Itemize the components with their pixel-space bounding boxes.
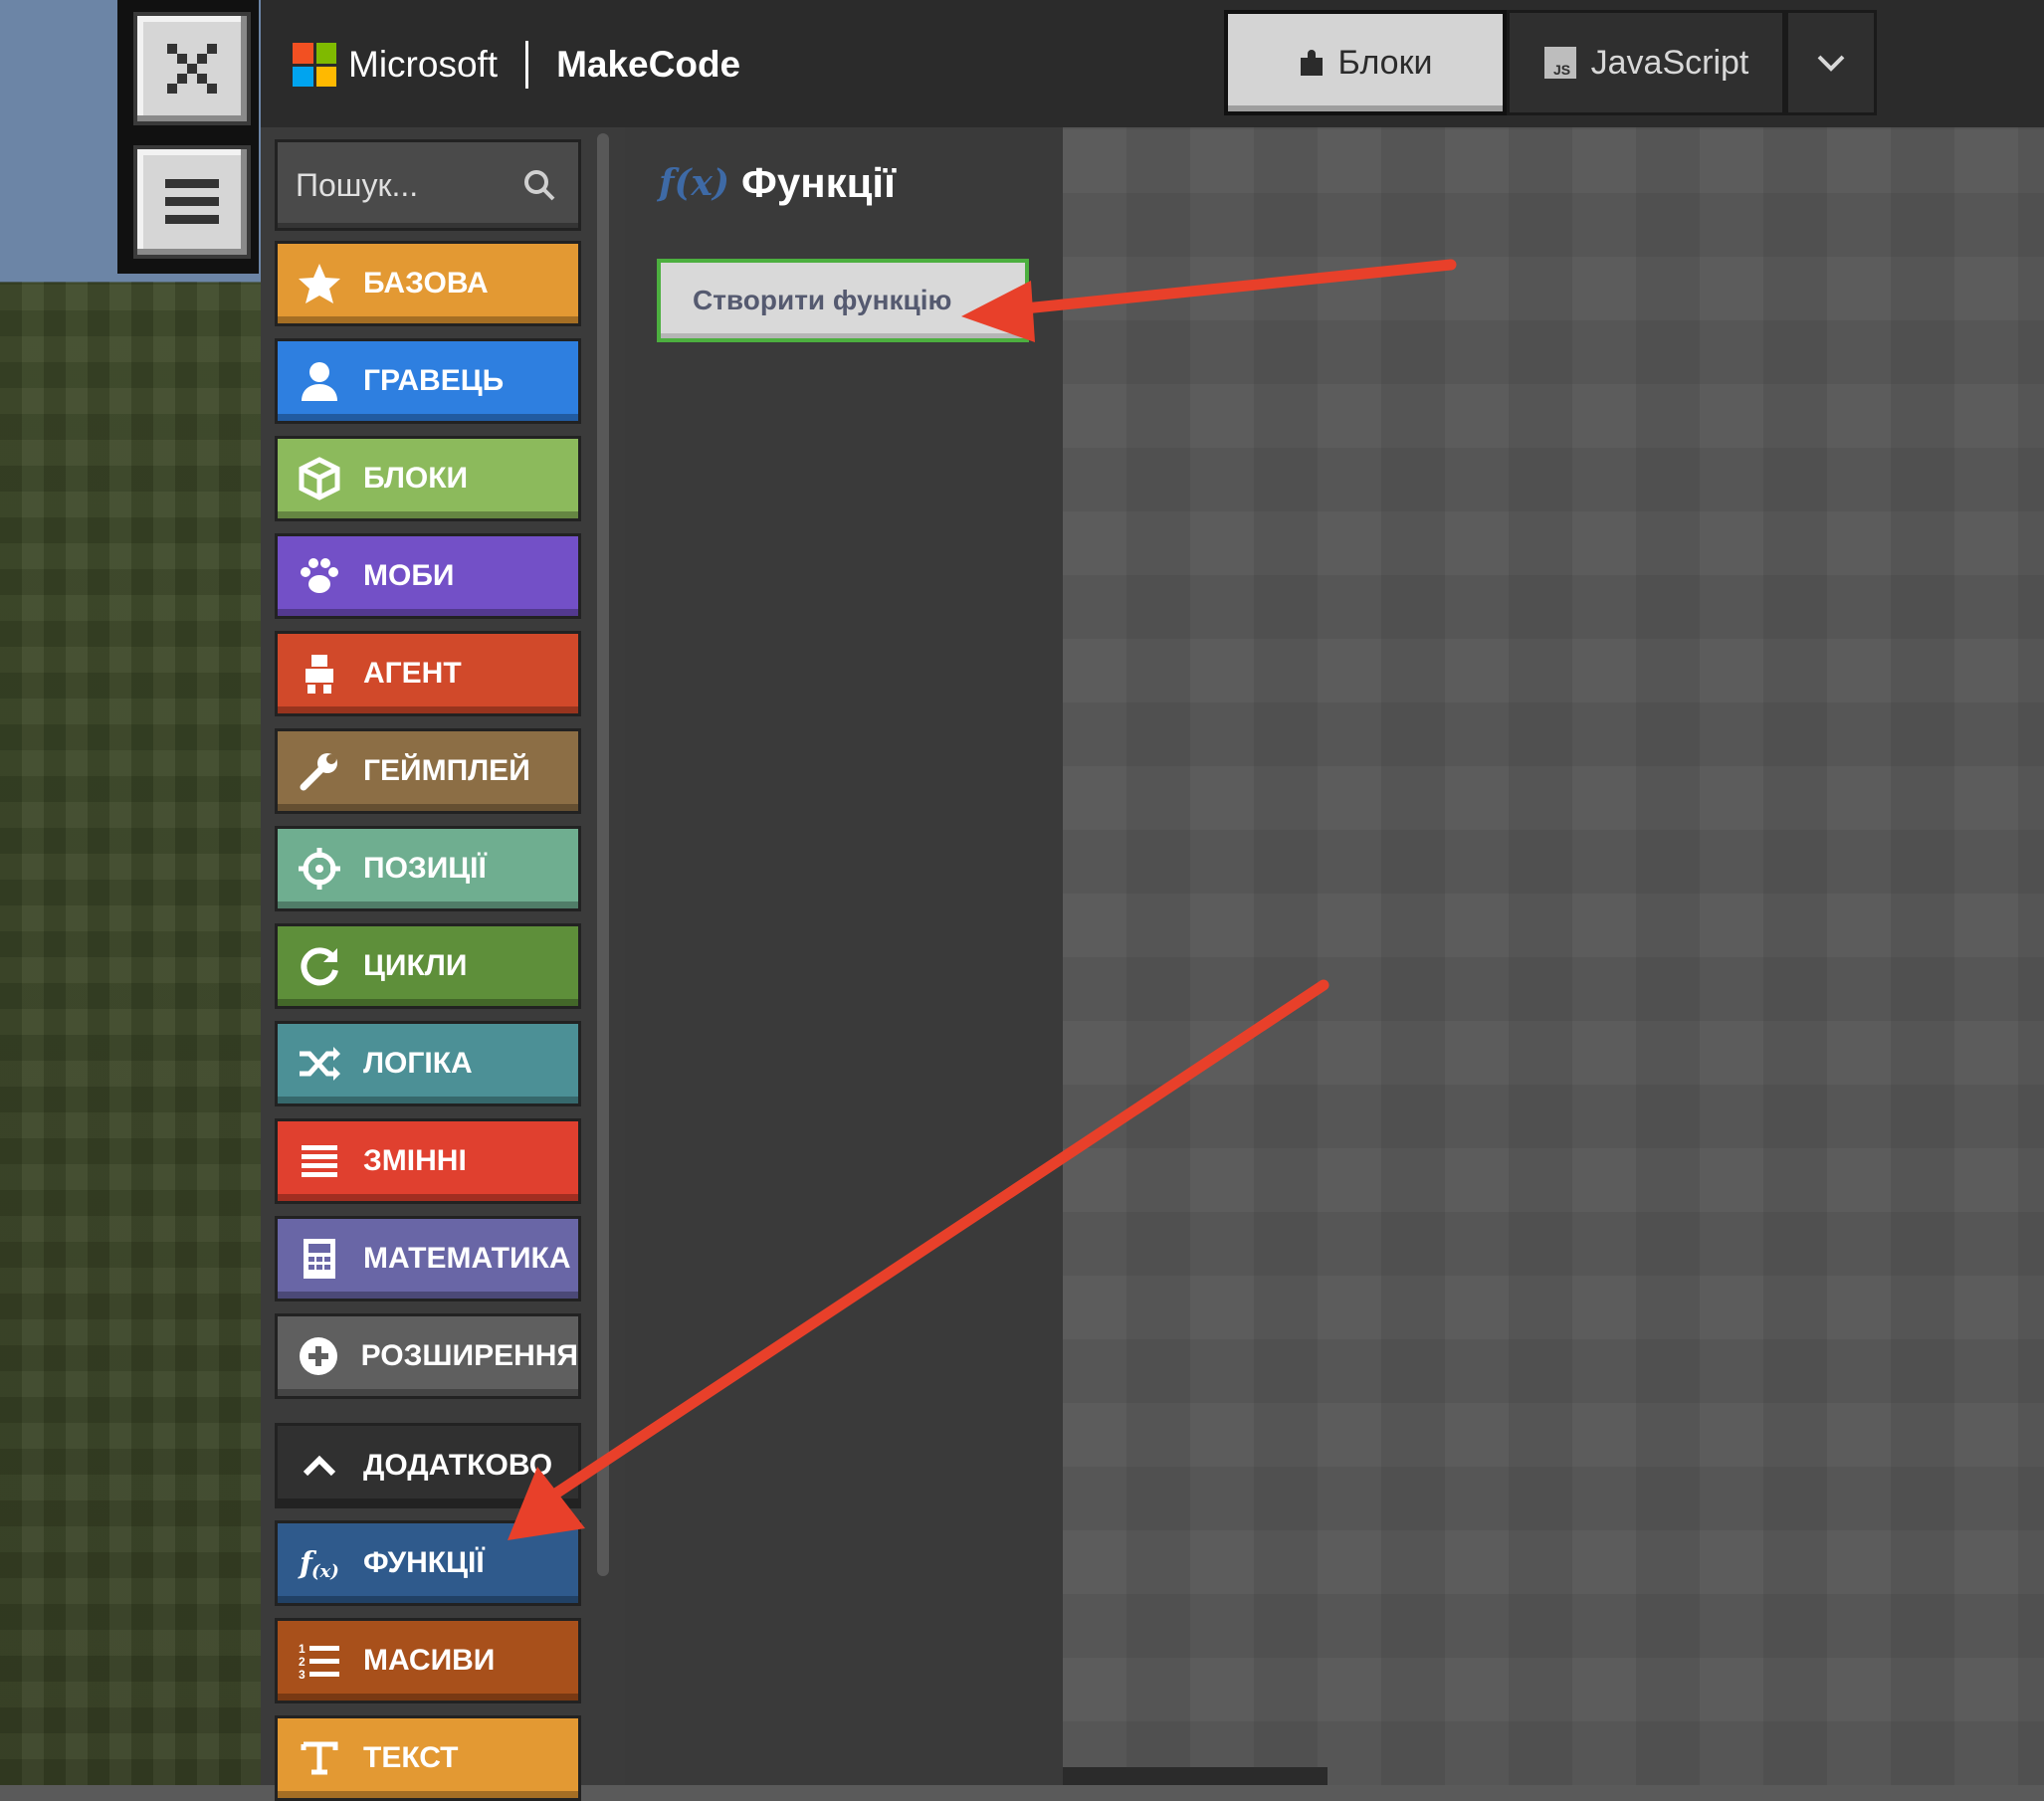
game-grass-texture — [0, 282, 261, 1785]
category-functions[interactable]: f (x) ФУНКЦІЇ — [275, 1520, 581, 1606]
numbered-list-icon: 123 — [296, 1637, 343, 1685]
brand-microsoft: Microsoft — [348, 44, 499, 85]
svg-text:3: 3 — [299, 1668, 306, 1682]
category-label: РОЗШИРЕННЯ — [360, 1339, 578, 1372]
toolbox-scrollbar[interactable] — [597, 133, 609, 1576]
category-label: БАЗОВА — [363, 267, 489, 300]
svg-text:1: 1 — [299, 1642, 306, 1656]
category-label: МОБИ — [363, 559, 455, 592]
loop-icon — [296, 942, 343, 990]
category-agent[interactable]: АГЕНТ — [275, 631, 581, 716]
category-extensions[interactable]: РОЗШИРЕННЯ — [275, 1313, 581, 1399]
category-label: ПОЗИЦІЇ — [363, 852, 487, 885]
chevron-down-icon — [1817, 55, 1845, 72]
blocks-workspace[interactable] — [1063, 127, 2044, 1785]
crosshair-icon — [296, 845, 343, 893]
brand-divider — [525, 41, 529, 89]
game-menu-button[interactable] — [133, 145, 251, 259]
category-label: ЛОГІКА — [363, 1047, 473, 1080]
functions-flyout: f(x) Функції Створити функцію — [625, 127, 1063, 1785]
svg-text:(x): (x) — [311, 1561, 339, 1582]
chevron-up-icon — [296, 1442, 343, 1490]
category-label: ГРАВЕЦЬ — [363, 364, 505, 397]
category-label: ГЕЙМПЛЕЙ — [363, 754, 530, 787]
microsoft-logo-icon — [293, 43, 336, 87]
svg-text:JS: JS — [1553, 62, 1570, 78]
search-input[interactable] — [294, 142, 516, 228]
category-loops[interactable]: ЦИКЛИ — [275, 923, 581, 1009]
svg-text:2: 2 — [299, 1655, 306, 1669]
function-icon: f(x) — [659, 162, 730, 204]
category-advanced-toggle[interactable]: ДОДАТКОВО — [275, 1423, 581, 1508]
category-positions[interactable]: ПОЗИЦІЇ — [275, 826, 581, 911]
toolbox: БАЗОВА ГРАВЕЦЬ БЛОКИ МОБИ АГЕНТ ГЕЙМПЛЕЙ… — [261, 127, 625, 1801]
editor-menu-dropdown[interactable] — [1785, 10, 1877, 115]
create-function-button[interactable]: Створити функцію — [657, 259, 1029, 342]
tab-blocks-label: Блоки — [1337, 43, 1433, 82]
category-gameplay[interactable]: ГЕЙМПЛЕЙ — [275, 728, 581, 814]
game-controls — [117, 0, 259, 274]
category-label: ЦИКЛИ — [363, 949, 468, 982]
flyout-title: f(x) Функції — [659, 159, 896, 207]
close-icon — [167, 44, 217, 94]
text-icon — [296, 1734, 343, 1782]
category-variables[interactable]: ЗМІННІ — [275, 1118, 581, 1204]
agent-icon — [296, 650, 343, 698]
category-label: ФУНКЦІЇ — [363, 1546, 485, 1579]
category-player[interactable]: ГРАВЕЦЬ — [275, 338, 581, 424]
tab-javascript-label: JavaScript — [1590, 43, 1749, 82]
top-bar: Microsoft MakeCode Блоки JS JavaScript — [261, 0, 2044, 127]
puzzle-icon — [1299, 48, 1325, 78]
calculator-icon — [296, 1235, 343, 1283]
plus-circle-icon — [296, 1332, 341, 1380]
category-label: ТЕКСТ — [363, 1741, 459, 1774]
tab-javascript[interactable]: JS JavaScript — [1507, 10, 1785, 115]
hamburger-icon — [165, 179, 219, 224]
category-label: БЛОКИ — [363, 462, 469, 495]
category-basic[interactable]: БАЗОВА — [275, 241, 581, 326]
category-label: ЗМІННІ — [363, 1144, 467, 1177]
workspace-horizontal-scrollbar[interactable] — [1063, 1767, 1328, 1785]
function-icon: f(x) — [296, 1539, 343, 1587]
category-arrays[interactable]: 123 МАСИВИ — [275, 1618, 581, 1703]
brand[interactable]: Microsoft MakeCode — [293, 40, 740, 90]
category-label: МАСИВИ — [363, 1644, 496, 1677]
category-label: МАТЕМАТИКА — [363, 1242, 571, 1275]
flyout-title-text: Функції — [741, 159, 896, 206]
category-blocks[interactable]: БЛОКИ — [275, 436, 581, 521]
category-mobs[interactable]: МОБИ — [275, 533, 581, 619]
toolbox-search[interactable] — [275, 139, 581, 231]
paw-icon — [296, 552, 343, 600]
cube-icon — [296, 455, 343, 502]
category-text[interactable]: ТЕКСТ — [275, 1715, 581, 1801]
search-icon — [524, 170, 555, 201]
wrench-icon — [296, 747, 343, 795]
brand-makecode: MakeCode — [556, 44, 741, 85]
category-math[interactable]: МАТЕМАТИКА — [275, 1216, 581, 1301]
shuffle-icon — [296, 1040, 343, 1088]
star-icon — [296, 260, 343, 307]
category-logic[interactable]: ЛОГІКА — [275, 1021, 581, 1106]
category-label: АГЕНТ — [363, 657, 462, 690]
category-label: ДОДАТКОВО — [363, 1449, 553, 1482]
js-icon: JS — [1543, 46, 1577, 80]
person-icon — [296, 357, 343, 405]
tab-blocks[interactable]: Блоки — [1224, 10, 1507, 115]
list-icon — [296, 1137, 343, 1185]
game-close-button[interactable] — [133, 12, 251, 125]
